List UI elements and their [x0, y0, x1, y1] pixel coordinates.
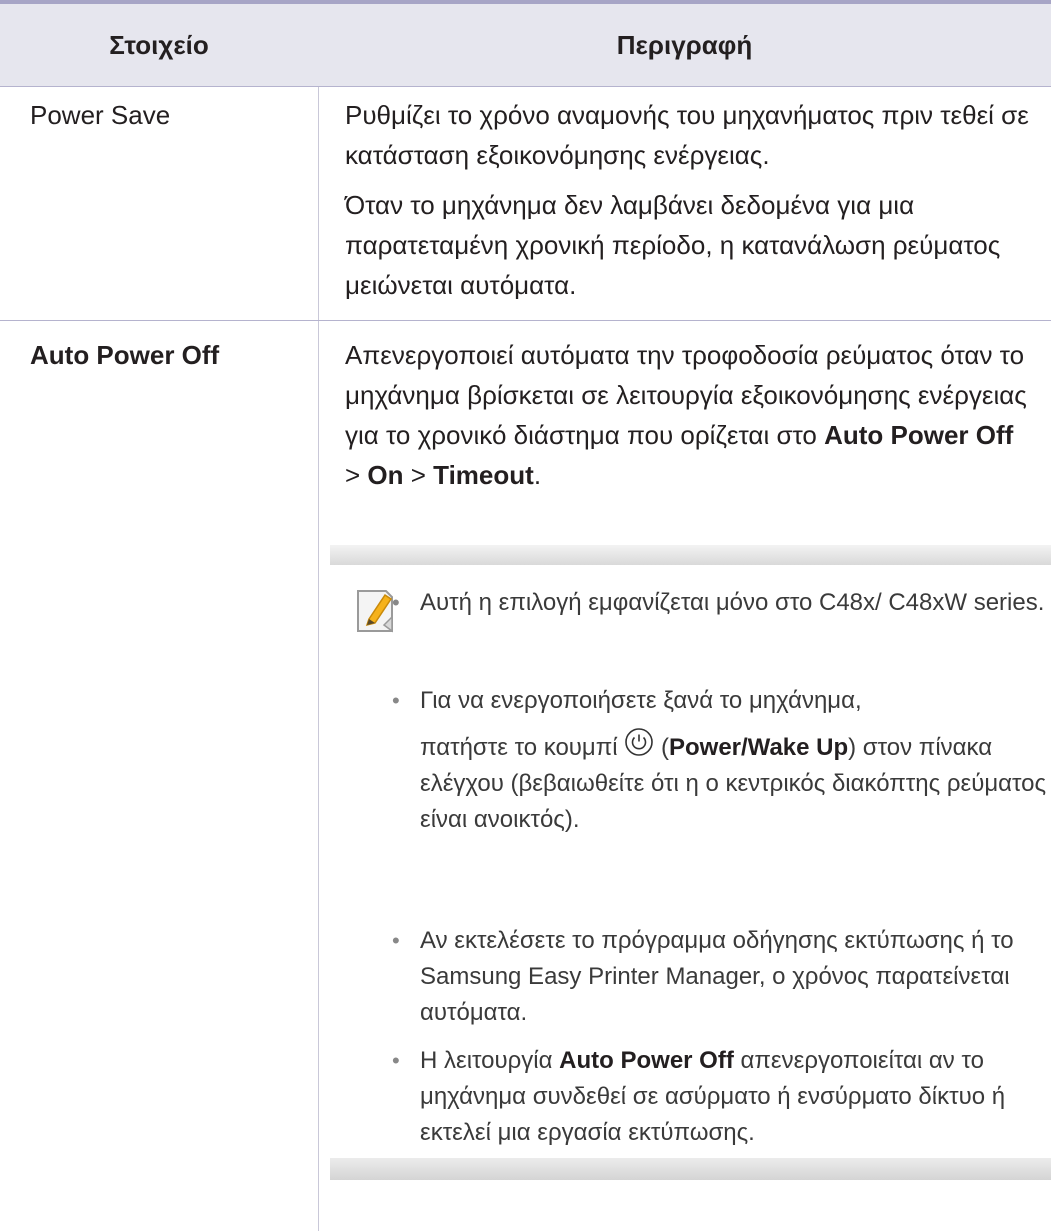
row-power-save-description: Ρυθμίζει το χρόνο αναμονής του μηχανήματ…: [345, 95, 1035, 305]
note-item-4-pre: Η λειτουργία: [420, 1047, 560, 1074]
row-power-save-item: Power Save: [30, 100, 171, 130]
path-auto-power-off: Auto Power Off: [824, 420, 1014, 450]
paren-close: ): [848, 734, 857, 761]
path-separator: >: [345, 460, 368, 490]
row-divider: [0, 320, 1051, 321]
row-auto-power-off-description: Απενεργοποιεί αυτόματα την τροφοδοσία ρε…: [345, 335, 1035, 495]
period: .: [533, 460, 542, 490]
note-item-2-pre: πατήστε το κουμπί: [420, 734, 625, 761]
note-box: • Αυτή η επιλογή εμφανίζεται μόνο στο C4…: [330, 545, 1051, 1180]
path-on: On: [367, 460, 404, 490]
note-item-2-line1: Για να ενεργοποιήσετε ξανά το μηχάνημα,: [420, 687, 862, 714]
note-item-2: • Για να ενεργοποιήσετε ξανά το μηχάνημα…: [392, 683, 1050, 838]
note-bottom-bar: [330, 1158, 1051, 1180]
note-item-1: • Αυτή η επιλογή εμφανίζεται μόνο στο C4…: [392, 585, 1050, 621]
bullet: •: [392, 928, 400, 953]
note-item-3: • Αν εκτελέσετε το πρόγραμμα οδήγησης εκ…: [392, 923, 1050, 1031]
power-save-desc-1: Ρυθμίζει το χρόνο αναμονής του μηχανήματ…: [345, 100, 1029, 170]
column-divider: [318, 87, 319, 1231]
note-item-4: • Η λειτουργία Auto Power Off απενεργοπο…: [392, 1043, 1050, 1151]
row-auto-power-off-item: Auto Power Off: [30, 340, 220, 370]
note-item-3-text: Αν εκτελέσετε το πρόγραμμα οδήγησης εκτύ…: [420, 927, 1014, 1026]
power-save-desc-2: Όταν το μηχάνημα δεν λαμβάνει δεδομένα γ…: [345, 190, 1001, 300]
header-item: Στοιχείο: [109, 30, 209, 60]
table-header: Στοιχείο Περιγραφή: [0, 4, 1051, 87]
header-description: Περιγραφή: [616, 30, 753, 60]
bullet: •: [392, 688, 400, 713]
note-top-bar: [330, 545, 1051, 565]
note-item-2-body: πατήστε το κουμπί (Power/Wake Up) στον π…: [420, 727, 1050, 838]
bullet: •: [392, 1048, 400, 1073]
path-separator: >: [403, 460, 434, 490]
path-timeout: Timeout: [433, 460, 534, 490]
bullet: •: [392, 590, 400, 615]
power-icon: [624, 727, 654, 757]
auto-power-off-label: Auto Power Off: [559, 1047, 734, 1074]
paren-open: (: [654, 734, 669, 761]
note-item-1-text: Αυτή η επιλογή εμφανίζεται μόνο στο C48x…: [420, 589, 1045, 616]
power-wake-up-label: Power/Wake Up: [668, 734, 849, 761]
